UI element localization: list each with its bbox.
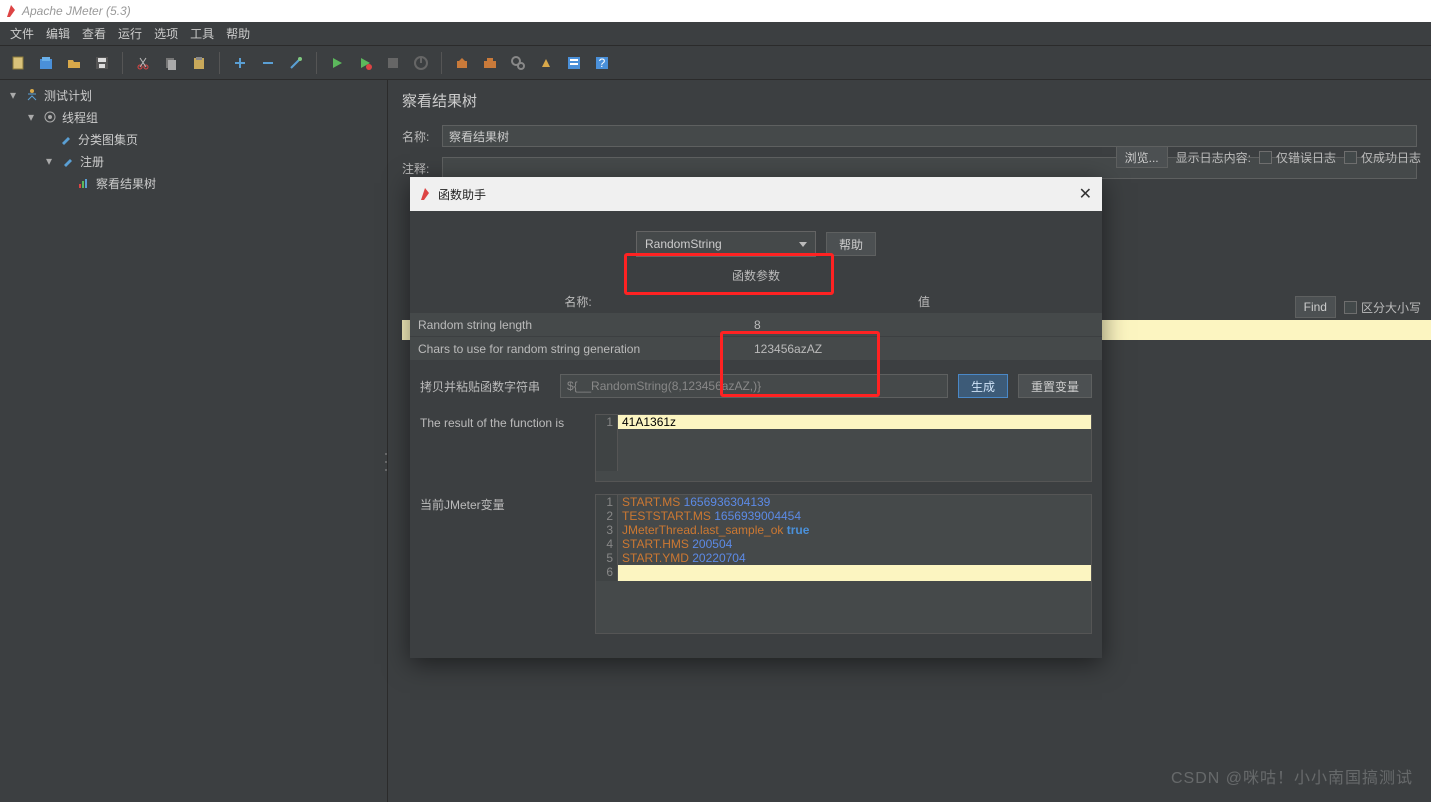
help-icon[interactable]: ? <box>590 51 614 75</box>
dialog-title: 函数助手 <box>438 186 486 203</box>
run-notimers-icon[interactable] <box>353 51 377 75</box>
menu-file[interactable]: 文件 <box>4 23 40 44</box>
param-value[interactable]: 123456azAZ <box>746 342 1102 356</box>
menubar: 文件 编辑 查看 运行 选项 工具 帮助 <box>0 22 1431 46</box>
tree-label: 察看结果树 <box>96 175 156 192</box>
tree-sampler1[interactable]: 分类图集页 <box>0 128 387 150</box>
param-row[interactable]: Random string length 8 <box>410 312 1102 336</box>
select-value: RandomString <box>645 237 722 251</box>
save-icon[interactable] <box>90 51 114 75</box>
tree-listener[interactable]: 察看结果树 <box>0 172 387 194</box>
window-title: Apache JMeter (5.3) <box>22 4 131 18</box>
name-label: 名称: <box>402 128 442 145</box>
templates-icon[interactable] <box>34 51 58 75</box>
tree-label: 线程组 <box>62 109 98 126</box>
toolbar: ? <box>0 46 1431 80</box>
search-icon[interactable] <box>506 51 530 75</box>
find-button[interactable]: Find <box>1295 296 1336 318</box>
tree-sampler2[interactable]: ▾ 注册 <box>0 150 387 172</box>
menu-view[interactable]: 查看 <box>76 23 112 44</box>
col-value: 值 <box>746 293 1102 310</box>
expand-icon[interactable]: ▾ <box>10 88 22 102</box>
stop-icon[interactable] <box>381 51 405 75</box>
search-row: Find 区分大小写 <box>1285 290 1431 324</box>
result-value: 41A1361z <box>618 415 676 429</box>
wand-icon[interactable] <box>284 51 308 75</box>
param-header: 名称: 值 <box>410 290 1102 312</box>
log-options: 浏览... 显示日志内容: 仅错误日志 仅成功日志 <box>1106 140 1431 174</box>
tree-panel: ▾ 测试计划 ▾ 线程组 分类图集页 ▾ 注册 察看结果树 <box>0 80 388 802</box>
paste-icon[interactable] <box>187 51 211 75</box>
param-value[interactable]: 8 <box>746 318 1102 332</box>
app-icon <box>6 4 16 18</box>
svg-text:?: ? <box>599 56 606 70</box>
vars-output[interactable]: 1START.MS 16569363041392TESTSTART.MS 165… <box>595 494 1092 634</box>
new-file-icon[interactable] <box>6 51 30 75</box>
menu-run[interactable]: 运行 <box>112 23 148 44</box>
vars-label: 当前JMeter变量 <box>420 494 585 634</box>
param-name: Random string length <box>410 318 746 332</box>
clearall-icon[interactable] <box>478 51 502 75</box>
error-only-checkbox[interactable]: 仅错误日志 <box>1259 149 1336 166</box>
menu-options[interactable]: 选项 <box>148 23 184 44</box>
browse-button[interactable]: 浏览... <box>1116 146 1168 168</box>
params-title: 函数参数 <box>410 267 1102 284</box>
chart-icon <box>76 175 92 191</box>
tree-testplan[interactable]: ▾ 测试计划 <box>0 84 387 106</box>
function-helper-dialog: 函数助手 ✕ RandomString 帮助 函数参数 名称: 值 Random… <box>410 177 1102 658</box>
result-label: The result of the function is <box>420 414 585 482</box>
copy-label: 拷贝并粘贴函数字符串 <box>420 378 550 395</box>
gear-icon <box>42 109 58 125</box>
testplan-icon <box>24 87 40 103</box>
param-row[interactable]: Chars to use for random string generatio… <box>410 336 1102 360</box>
dropper-icon <box>60 153 76 169</box>
expand-icon[interactable]: ▾ <box>28 110 40 124</box>
function-select[interactable]: RandomString <box>636 231 816 257</box>
dropper-icon <box>58 131 74 147</box>
close-icon[interactable]: ✕ <box>1079 184 1092 204</box>
result-output[interactable]: 141A1361z <box>595 414 1092 482</box>
app-icon <box>420 187 430 201</box>
run-icon[interactable] <box>325 51 349 75</box>
copy-icon[interactable] <box>159 51 183 75</box>
open-icon[interactable] <box>62 51 86 75</box>
success-only-checkbox[interactable]: 仅成功日志 <box>1344 149 1421 166</box>
dialog-titlebar[interactable]: 函数助手 ✕ <box>410 177 1102 211</box>
function-string-input[interactable] <box>560 374 948 398</box>
titlebar: Apache JMeter (5.3) <box>0 0 1431 22</box>
add-icon[interactable] <box>228 51 252 75</box>
menu-tools[interactable]: 工具 <box>184 23 220 44</box>
clear-icon[interactable] <box>450 51 474 75</box>
expand-icon[interactable]: ▾ <box>46 154 58 168</box>
shutdown-icon[interactable] <box>409 51 433 75</box>
function-helper-icon[interactable] <box>562 51 586 75</box>
remove-icon[interactable] <box>256 51 280 75</box>
menu-edit[interactable]: 编辑 <box>40 23 76 44</box>
reset-button[interactable]: 重置变量 <box>1018 374 1092 398</box>
tree-threadgroup[interactable]: ▾ 线程组 <box>0 106 387 128</box>
panel-title: 察看结果树 <box>402 90 1417 111</box>
param-name: Chars to use for random string generatio… <box>410 342 746 356</box>
tree-label: 分类图集页 <box>78 131 138 148</box>
case-checkbox[interactable]: 区分大小写 <box>1344 299 1421 316</box>
col-name: 名称: <box>410 293 746 310</box>
tree-label: 注册 <box>80 153 104 170</box>
chevron-down-icon <box>799 242 807 247</box>
generate-button[interactable]: 生成 <box>958 374 1008 398</box>
menu-help[interactable]: 帮助 <box>220 23 256 44</box>
help-button[interactable]: 帮助 <box>826 232 876 256</box>
comment-label: 注释: <box>402 160 442 177</box>
reset-search-icon[interactable] <box>534 51 558 75</box>
loglabel: 显示日志内容: <box>1176 149 1251 166</box>
cut-icon[interactable] <box>131 51 155 75</box>
tree-label: 测试计划 <box>44 87 92 104</box>
